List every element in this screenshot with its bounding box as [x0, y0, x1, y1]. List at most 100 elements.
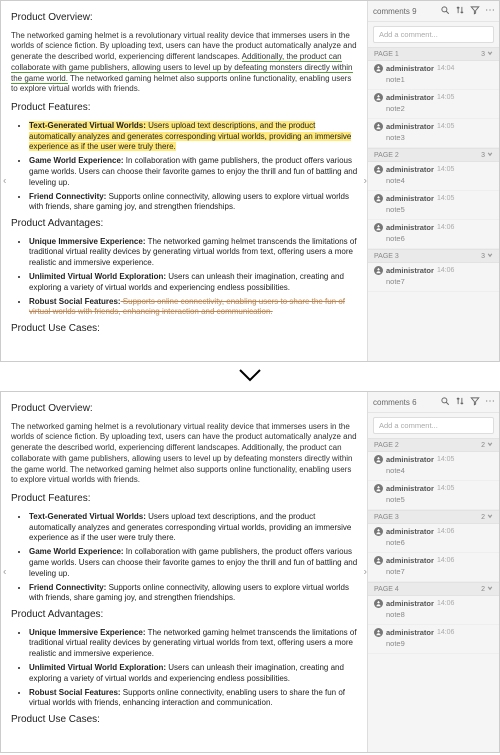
comment-author: administrator	[386, 556, 434, 565]
avatar-icon	[374, 556, 383, 565]
page-prev[interactable]: ‹	[3, 565, 6, 579]
add-comment-input[interactable]: Add a comment...	[373, 26, 494, 43]
heading-features: Product Features:	[11, 492, 359, 506]
comment-text: note6	[386, 538, 493, 547]
avatar-icon	[374, 455, 383, 464]
filter-icon[interactable]	[470, 396, 480, 408]
page-prev[interactable]: ‹	[3, 174, 6, 188]
comment-page-header[interactable]: PAGE 23	[368, 148, 499, 162]
comment-text: note6	[386, 234, 493, 243]
comment-item[interactable]: administrator 14:06note8	[368, 596, 499, 625]
comment-author: administrator	[386, 93, 434, 102]
comment-text: note5	[386, 205, 493, 214]
avatar-icon	[374, 484, 383, 493]
heading-overview: Product Overview:	[11, 11, 359, 25]
page-count: 3	[481, 253, 485, 260]
advantage-item: Unique Immersive Experience: The network…	[29, 628, 359, 660]
comment-item[interactable]: administrator 14:06note6	[368, 524, 499, 553]
comment-author: administrator	[386, 64, 434, 73]
avatar-icon	[374, 266, 383, 275]
comment-time: 14:05	[437, 456, 455, 463]
document-area: ‹ › Product Overview: The networked gami…	[1, 1, 367, 361]
comment-time: 14:05	[437, 94, 455, 101]
avatar-icon	[374, 628, 383, 637]
comment-text: note8	[386, 610, 493, 619]
comment-item[interactable]: administrator 14:05 note5	[368, 191, 499, 220]
comment-item[interactable]: administrator 14:06note7	[368, 553, 499, 582]
page-count: 2	[481, 442, 485, 449]
comment-item[interactable]: administrator 14:05note5	[368, 481, 499, 510]
document-area: ‹ › Product Overview: The networked gami…	[1, 392, 367, 752]
filter-icon[interactable]	[470, 5, 480, 17]
avatar-icon	[374, 93, 383, 102]
comment-author: administrator	[386, 165, 434, 174]
comment-time: 14:06	[437, 600, 455, 607]
comment-author: administrator	[386, 223, 434, 232]
chevron-down-icon	[487, 50, 493, 58]
chevron-down-icon	[487, 441, 493, 449]
comments-title: comments 9	[373, 7, 440, 16]
avatar-icon	[374, 165, 383, 174]
comment-item[interactable]: administrator 14:06note7	[368, 263, 499, 292]
search-icon[interactable]	[440, 5, 450, 17]
feature-item: Game World Experience: In collaboration …	[29, 547, 359, 579]
comment-item[interactable]: administrator 14:06note9	[368, 625, 499, 654]
feature-item: Game World Experience: In collaboration …	[29, 156, 359, 188]
before-pane: ‹ › Product Overview: The networked gami…	[0, 0, 500, 362]
comment-item[interactable]: administrator 14:05note4	[368, 162, 499, 191]
comment-text: note4	[386, 466, 493, 475]
comment-time: 14:05	[437, 195, 455, 202]
comment-author: administrator	[386, 455, 434, 464]
comment-item[interactable]: administrator 14:05 note4	[368, 452, 499, 481]
advantages-list: Unique Immersive Experience: The network…	[11, 237, 359, 319]
more-icon[interactable]: ⋯	[485, 397, 494, 407]
comment-time: 14:06	[437, 629, 455, 636]
comment-author: administrator	[386, 484, 434, 493]
comment-time: 14:06	[437, 267, 455, 274]
advantage-item: Unlimited Virtual World Exploration: Use…	[29, 272, 359, 294]
chevron-down-icon	[487, 513, 493, 521]
comment-text: note7	[386, 277, 493, 286]
more-icon[interactable]: ⋯	[485, 6, 494, 16]
heading-advantages: Product Advantages:	[11, 217, 359, 231]
comment-item[interactable]: administrator 14:05note3	[368, 119, 499, 148]
comments-header: comments 9 ⋯	[368, 1, 499, 22]
avatar-icon	[374, 527, 383, 536]
page-label: PAGE 4	[374, 586, 399, 593]
overview-paragraph: The networked gaming helmet is a revolut…	[11, 422, 359, 487]
add-comment-input[interactable]: Add a comment...	[373, 417, 494, 434]
feature-item: Text-Generated Virtual Worlds: Users upl…	[29, 512, 359, 544]
avatar-icon	[374, 64, 383, 73]
comments-sidebar: comments 9 ⋯ Add a comment... PAGE 13 ad…	[367, 1, 499, 361]
comment-author: administrator	[386, 194, 434, 203]
comment-time: 14:06	[437, 528, 455, 535]
feature-item: Text-Generated Virtual Worlds: Users upl…	[29, 121, 359, 153]
advantage-item: Unique Immersive Experience: The network…	[29, 237, 359, 269]
page-next[interactable]: ›	[364, 174, 367, 188]
chevron-down-icon	[487, 252, 493, 260]
avatar-icon	[374, 122, 383, 131]
comment-time: 14:05	[437, 485, 455, 492]
page-label: PAGE 3	[374, 253, 399, 260]
heading-usecases: Product Use Cases:	[11, 713, 359, 727]
comment-page-header[interactable]: PAGE 42	[368, 582, 499, 596]
overview-paragraph: The networked gaming helmet is a revolut…	[11, 31, 359, 96]
comment-item[interactable]: administrator 14:06note6	[368, 220, 499, 249]
comments-header: comments 6 ⋯	[368, 392, 499, 413]
comments-sidebar: comments 6 ⋯ Add a comment... PAGE 22 ad…	[367, 392, 499, 752]
comment-page-header[interactable]: PAGE 32	[368, 510, 499, 524]
comment-author: administrator	[386, 628, 434, 637]
comment-page-header[interactable]: PAGE 22	[368, 438, 499, 452]
comment-page-header[interactable]: PAGE 3 3	[368, 249, 499, 263]
sort-icon[interactable]	[455, 396, 465, 408]
comment-text: note7	[386, 567, 493, 576]
sort-icon[interactable]	[455, 5, 465, 17]
comment-item[interactable]: administrator 14:04note1	[368, 61, 499, 90]
heading-advantages: Product Advantages:	[11, 608, 359, 622]
comment-text: note2	[386, 104, 493, 113]
advantage-item: Unlimited Virtual World Exploration: Use…	[29, 663, 359, 685]
page-next[interactable]: ›	[364, 565, 367, 579]
comment-item[interactable]: administrator 14:05 note2	[368, 90, 499, 119]
search-icon[interactable]	[440, 396, 450, 408]
comment-page-header[interactable]: PAGE 13	[368, 47, 499, 61]
